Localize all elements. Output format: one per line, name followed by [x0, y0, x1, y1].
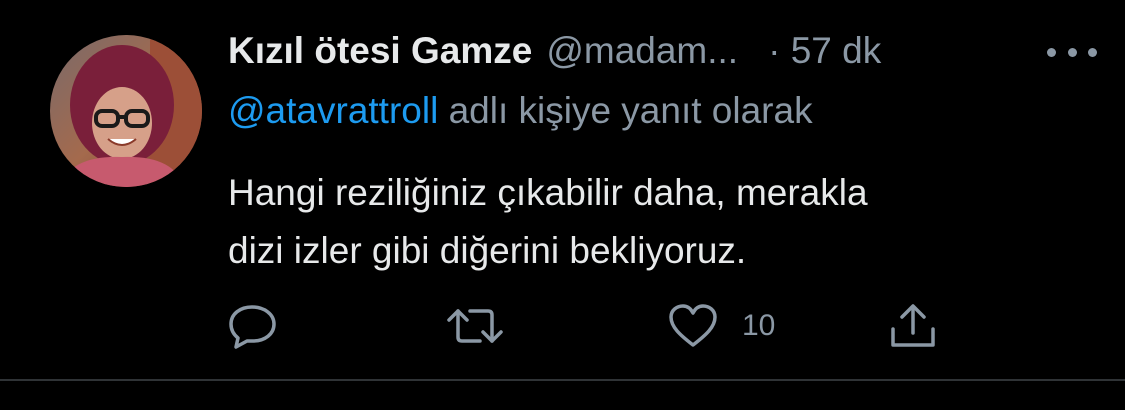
tweet-text-line: Hangi reziliğiniz çıkabilir daha, merakl… [228, 172, 868, 213]
retweet-icon [447, 309, 503, 343]
divider [0, 379, 1125, 381]
tweet-text-line: dizi izler gibi diğerini bekliyoruz. [228, 230, 747, 271]
heart-icon [669, 304, 717, 347]
tweet-header: Kızıl ötesi Gamze @madam... · 57 dk [228, 30, 1055, 80]
retweet-button[interactable] [446, 300, 504, 352]
avatar-image [50, 35, 202, 187]
author-name[interactable]: Kızıl ötesi Gamze [228, 30, 532, 72]
share-button[interactable] [888, 300, 938, 352]
reply-icon [229, 305, 276, 349]
reply-mention-link[interactable]: @atavrattroll [228, 90, 438, 131]
share-icon [891, 304, 935, 347]
like-count: 10 [742, 309, 776, 342]
action-bar: 10 [228, 300, 968, 352]
timestamp[interactable]: · 57 dk [768, 30, 881, 72]
tweet[interactable]: Kızıl ötesi Gamze @madam... · 57 dk @ata… [0, 0, 1125, 380]
more-icon[interactable] [1047, 40, 1097, 64]
tweet-text: Hangi reziliğiniz çıkabilir daha, merakl… [228, 164, 1088, 280]
reply-button[interactable] [228, 300, 278, 352]
reply-context: @atavrattroll adlı kişiye yanıt olarak [228, 90, 813, 132]
avatar[interactable] [50, 35, 202, 187]
author-handle[interactable]: @madam... [546, 30, 738, 72]
like-button[interactable]: 10 [668, 300, 775, 352]
reply-context-text: adlı kişiye yanıt olarak [438, 90, 813, 131]
